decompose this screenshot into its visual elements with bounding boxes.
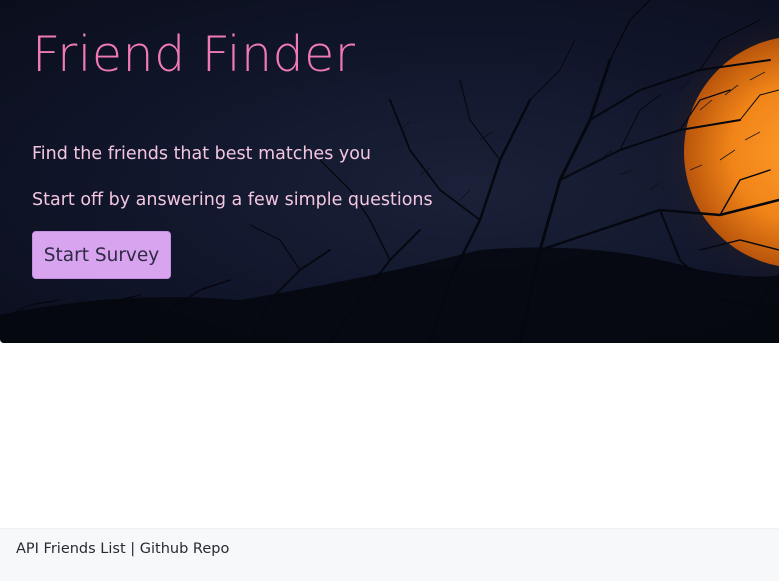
hero-instructions: Start off by answering a few simple ques… [32,190,433,210]
page-title: Friend Finder [32,26,356,83]
page: Friend Finder Find the friends that best… [0,0,779,581]
footer: API Friends List | Github Repo [0,528,779,581]
footer-links: API Friends List | Github Repo [16,541,229,557]
hero-tagline: Find the friends that best matches you [32,144,372,164]
start-survey-button[interactable]: Start Survey [32,231,171,279]
hero-banner: Friend Finder Find the friends that best… [0,0,779,343]
footer-separator: | [130,541,136,557]
github-repo-link[interactable]: Github Repo [140,541,230,557]
api-friends-list-link[interactable]: API Friends List [16,541,126,557]
